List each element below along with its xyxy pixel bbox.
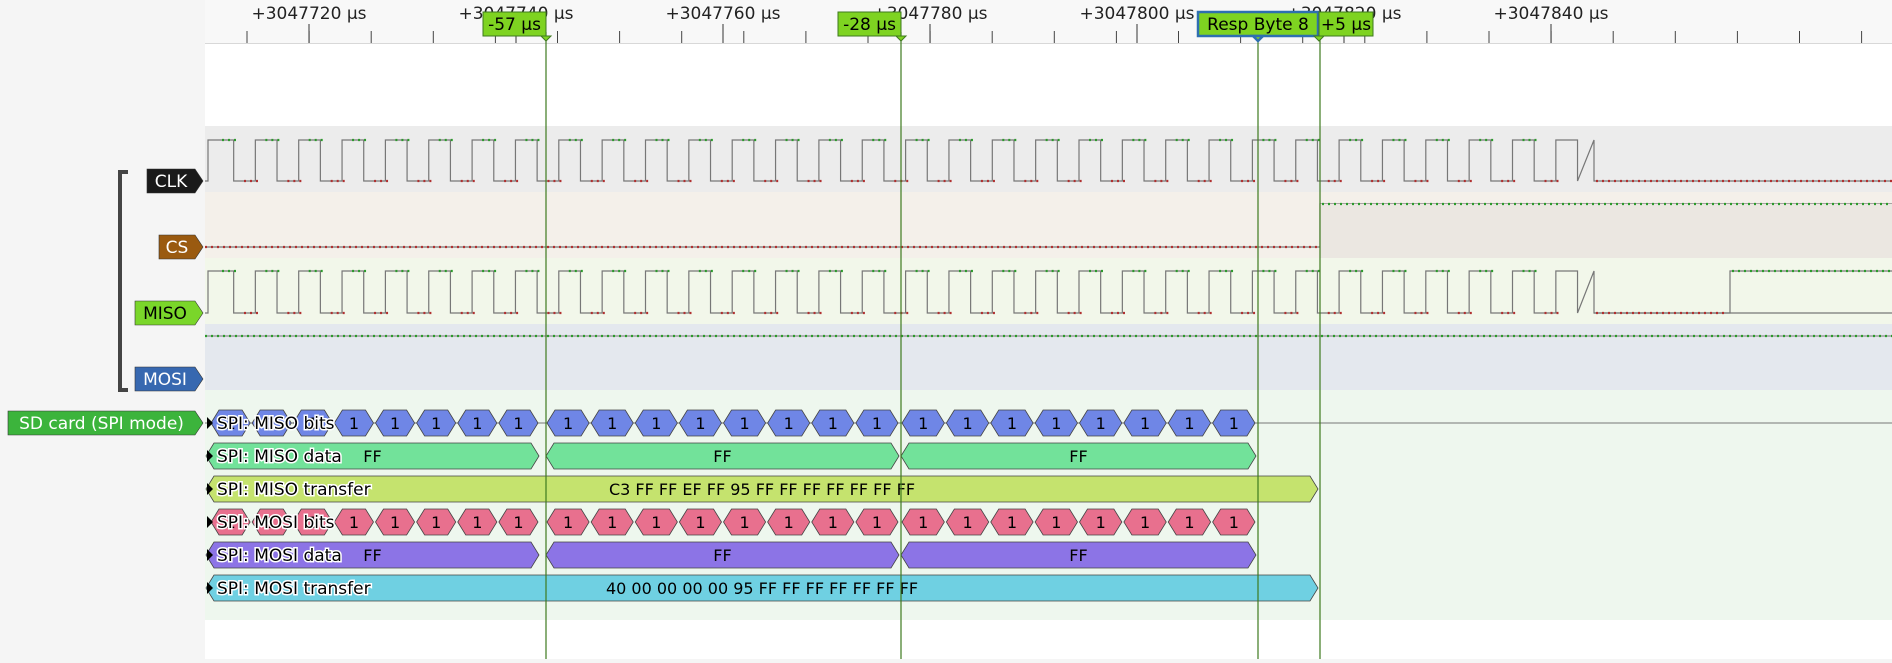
decoder-row-spi-mosi-data[interactable]: FF FF FF SPI: MOSI data	[205, 541, 1257, 569]
decoder-row-spi-miso-data[interactable]: FF FF FF SPI: MISO data	[205, 442, 1257, 470]
channel-track	[205, 324, 1892, 390]
channel-clk-trace[interactable]	[205, 126, 1892, 192]
bit-value: 1	[390, 414, 400, 433]
bit-value: 1	[349, 513, 359, 532]
channel-cs-trace[interactable]	[205, 192, 1892, 258]
bit-value: 1	[1184, 414, 1194, 433]
decoder-row-title: SPI: MISO bits	[217, 414, 335, 434]
bit-value: 1	[607, 513, 617, 532]
bit-value: 1	[962, 414, 972, 433]
bit-value: 1	[739, 513, 749, 532]
high-fill	[1320, 204, 1892, 258]
logic-analyzer-view: +3047720 µs+3047740 µs+3047760 µs+304778…	[0, 0, 1892, 659]
transfer-value: C3 FF FF EF FF 95 FF FF FF FF FF FF FF	[609, 480, 915, 499]
tick-label: +3047720 µs	[251, 4, 366, 24]
bit-value: 1	[651, 513, 661, 532]
byte-value: FF	[363, 546, 381, 565]
channel-track	[205, 126, 1892, 192]
bit-value: 1	[828, 414, 838, 433]
channel-label-miso[interactable]: MISO	[134, 300, 204, 326]
channel-label-miso-text: MISO	[143, 304, 187, 324]
transfer-value: 40 00 00 00 00 95 FF FF FF FF FF FF FF	[606, 579, 918, 598]
channel-label-clk-text: CLK	[155, 172, 188, 192]
decoder-label[interactable]: SD card (SPI mode)	[7, 410, 204, 436]
cursor-flag-label: -57 µs	[488, 15, 541, 35]
bit-value: 1	[472, 513, 482, 532]
tick-label: +3047800 µs	[1079, 4, 1194, 24]
decoder-row-spi-miso-bits[interactable]: 1 1 1 1 1 1 1 1 1 1 1 1 1 1 1 1 1 1 1 1 1 1 1 1SPI: MISO bits	[207, 409, 1256, 437]
channel-label-mosi-text: MOSI	[143, 370, 187, 390]
bit-value: 1	[651, 414, 661, 433]
bit-value: 1	[1229, 513, 1239, 532]
bit-value: 1	[918, 513, 928, 532]
tick-label: +3047840 µs	[1493, 4, 1608, 24]
decoder-row-title: SPI: MISO data	[217, 447, 342, 467]
bit-value: 1	[513, 513, 523, 532]
bit-value: 1	[431, 513, 441, 532]
byte-value: FF	[1069, 447, 1087, 466]
cursor-flag-label: -28 µs	[843, 15, 896, 35]
bit-value: 1	[695, 414, 705, 433]
bit-value: 1	[739, 414, 749, 433]
bit-value: 1	[1140, 513, 1150, 532]
bit-value: 1	[472, 414, 482, 433]
decoder-row-title: SPI: MISO transfer	[217, 480, 371, 500]
bit-value: 1	[1096, 513, 1106, 532]
bit-value: 1	[1007, 513, 1017, 532]
channel-miso-trace[interactable]	[205, 258, 1892, 324]
decoder-row-title: SPI: MOSI transfer	[217, 579, 371, 599]
decoder-row-spi-mosi-transfer[interactable]: 40 00 00 00 00 95 FF FF FF FF FF FF FF SP…	[205, 574, 1319, 602]
tick-label: +3047760 µs	[665, 4, 780, 24]
byte-value: FF	[713, 447, 731, 466]
bit-value: 1	[1229, 414, 1239, 433]
channel-mosi-trace[interactable]	[205, 324, 1892, 390]
byte-value: FF	[1069, 546, 1087, 565]
bit-value: 1	[1051, 414, 1061, 433]
bit-value: 1	[563, 414, 573, 433]
channel-label-cs-text: CS	[166, 238, 189, 258]
bit-value: 1	[828, 513, 838, 532]
bit-value: 1	[872, 513, 882, 532]
bit-value: 1	[513, 414, 523, 433]
bit-value: 1	[1051, 513, 1061, 532]
bit-value: 1	[1096, 414, 1106, 433]
cursor-flag[interactable]: Resp Byte 8	[1196, 10, 1320, 43]
channel-label-mosi[interactable]: MOSI	[134, 366, 204, 392]
bit-value: 1	[784, 513, 794, 532]
byte-value: FF	[363, 447, 381, 466]
bit-value: 1	[784, 414, 794, 433]
decoder-rows[interactable]: 1 1 1 1 1 1 1 1 1 1 1 1 1 1 1 1 1 1 1 1 1 1 1 1 SPI: MISO bits FF…	[205, 390, 1892, 620]
decoder-row-title: SPI: MOSI data	[217, 546, 342, 566]
channel-label-cs[interactable]: CS	[158, 234, 204, 260]
bit-value: 1	[1140, 414, 1150, 433]
bit-value: 1	[563, 513, 573, 532]
bit-value: 1	[1007, 414, 1017, 433]
channel-label-clk[interactable]: CLK	[146, 168, 204, 194]
bit-value: 1	[962, 513, 972, 532]
bit-value: 1	[390, 513, 400, 532]
trace-canvas[interactable]: +3047720 µs+3047740 µs+3047760 µs+304778…	[0, 0, 1892, 659]
bit-value: 1	[1184, 513, 1194, 532]
decoder-label-text: SD card (SPI mode)	[19, 414, 184, 434]
bit-value: 1	[918, 414, 928, 433]
bit-value: 1	[349, 414, 359, 433]
byte-value: FF	[713, 546, 731, 565]
bit-value: 1	[431, 414, 441, 433]
decoder-row-spi-miso-transfer[interactable]: C3 FF FF EF FF 95 FF FF FF FF FF FF FF SP…	[205, 475, 1319, 503]
cursor-flag-label: +5 µs	[1321, 15, 1371, 35]
bit-value: 1	[872, 414, 882, 433]
waveform-area[interactable]	[205, 126, 1892, 390]
bit-value: 1	[607, 414, 617, 433]
decoder-row-spi-mosi-bits[interactable]: 1 1 1 1 1 1 1 1 1 1 1 1 1 1 1 1 1 1 1 1 1 1 1 1SPI: MOSI bits	[207, 508, 1256, 536]
bit-value: 1	[695, 513, 705, 532]
cursor-flag-label: Resp Byte 8	[1207, 15, 1309, 35]
decoder-row-title: SPI: MOSI bits	[217, 513, 335, 533]
